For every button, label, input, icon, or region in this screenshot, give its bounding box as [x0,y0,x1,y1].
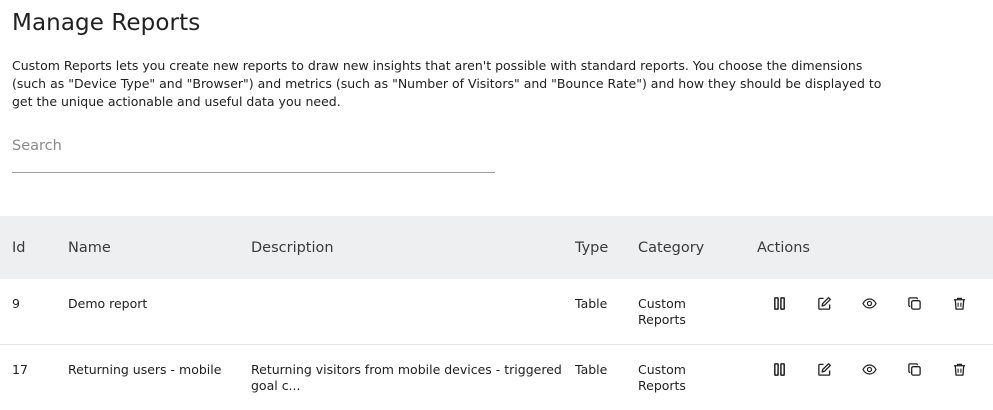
search-field[interactable] [12,132,495,173]
column-header-actions: Actions [757,240,810,256]
duplicate-icon [907,296,921,310]
cell-category: Custom Reports [638,296,686,328]
view-button[interactable] [860,360,878,378]
cell-type: Table [575,296,608,311]
edit-button[interactable] [815,294,833,312]
duplicate-button[interactable] [905,294,923,312]
cell-name: Returning users - mobile [68,362,222,377]
description-line: Returning visitors from mobile devices -… [251,362,562,377]
category-line: Custom [638,362,686,377]
cell-category: Custom Reports [638,362,686,394]
column-header-name[interactable]: Name [68,240,111,256]
cell-description: Returning visitors from mobile devices -… [251,362,562,394]
delete-button[interactable] [950,360,968,378]
column-header-category[interactable]: Category [638,240,704,256]
edit-icon [817,362,831,376]
page-description: Custom Reports lets you create new repor… [12,58,882,109]
view-icon [861,297,877,309]
delete-icon [953,363,965,376]
description-line: goal c... [251,378,301,393]
page-title: Manage Reports [12,10,201,36]
duplicate-icon [907,362,921,376]
column-header-description[interactable]: Description [251,240,334,256]
category-line: Reports [638,378,686,393]
pause-icon [773,362,785,376]
table-header: Id Name Description Type Category Action… [0,216,993,279]
duplicate-button[interactable] [905,360,923,378]
delete-icon [953,297,965,310]
column-header-type[interactable]: Type [575,240,608,256]
table-row: 17 Returning users - mobile Returning vi… [0,345,993,410]
cell-id: 9 [12,296,20,311]
category-line: Reports [638,312,686,327]
pause-button[interactable] [770,294,788,312]
cell-id: 17 [12,362,28,377]
edit-button[interactable] [815,360,833,378]
pause-button[interactable] [770,360,788,378]
cell-type: Table [575,362,608,377]
edit-icon [817,296,831,310]
category-line: Custom [638,296,686,311]
column-header-id[interactable]: Id [12,240,25,256]
view-button[interactable] [860,294,878,312]
view-icon [861,363,877,375]
pause-icon [773,296,785,310]
search-input[interactable] [12,132,495,160]
delete-button[interactable] [950,294,968,312]
cell-name: Demo report [68,296,148,311]
table-row: 9 Demo report Table Custom Reports [0,279,993,345]
